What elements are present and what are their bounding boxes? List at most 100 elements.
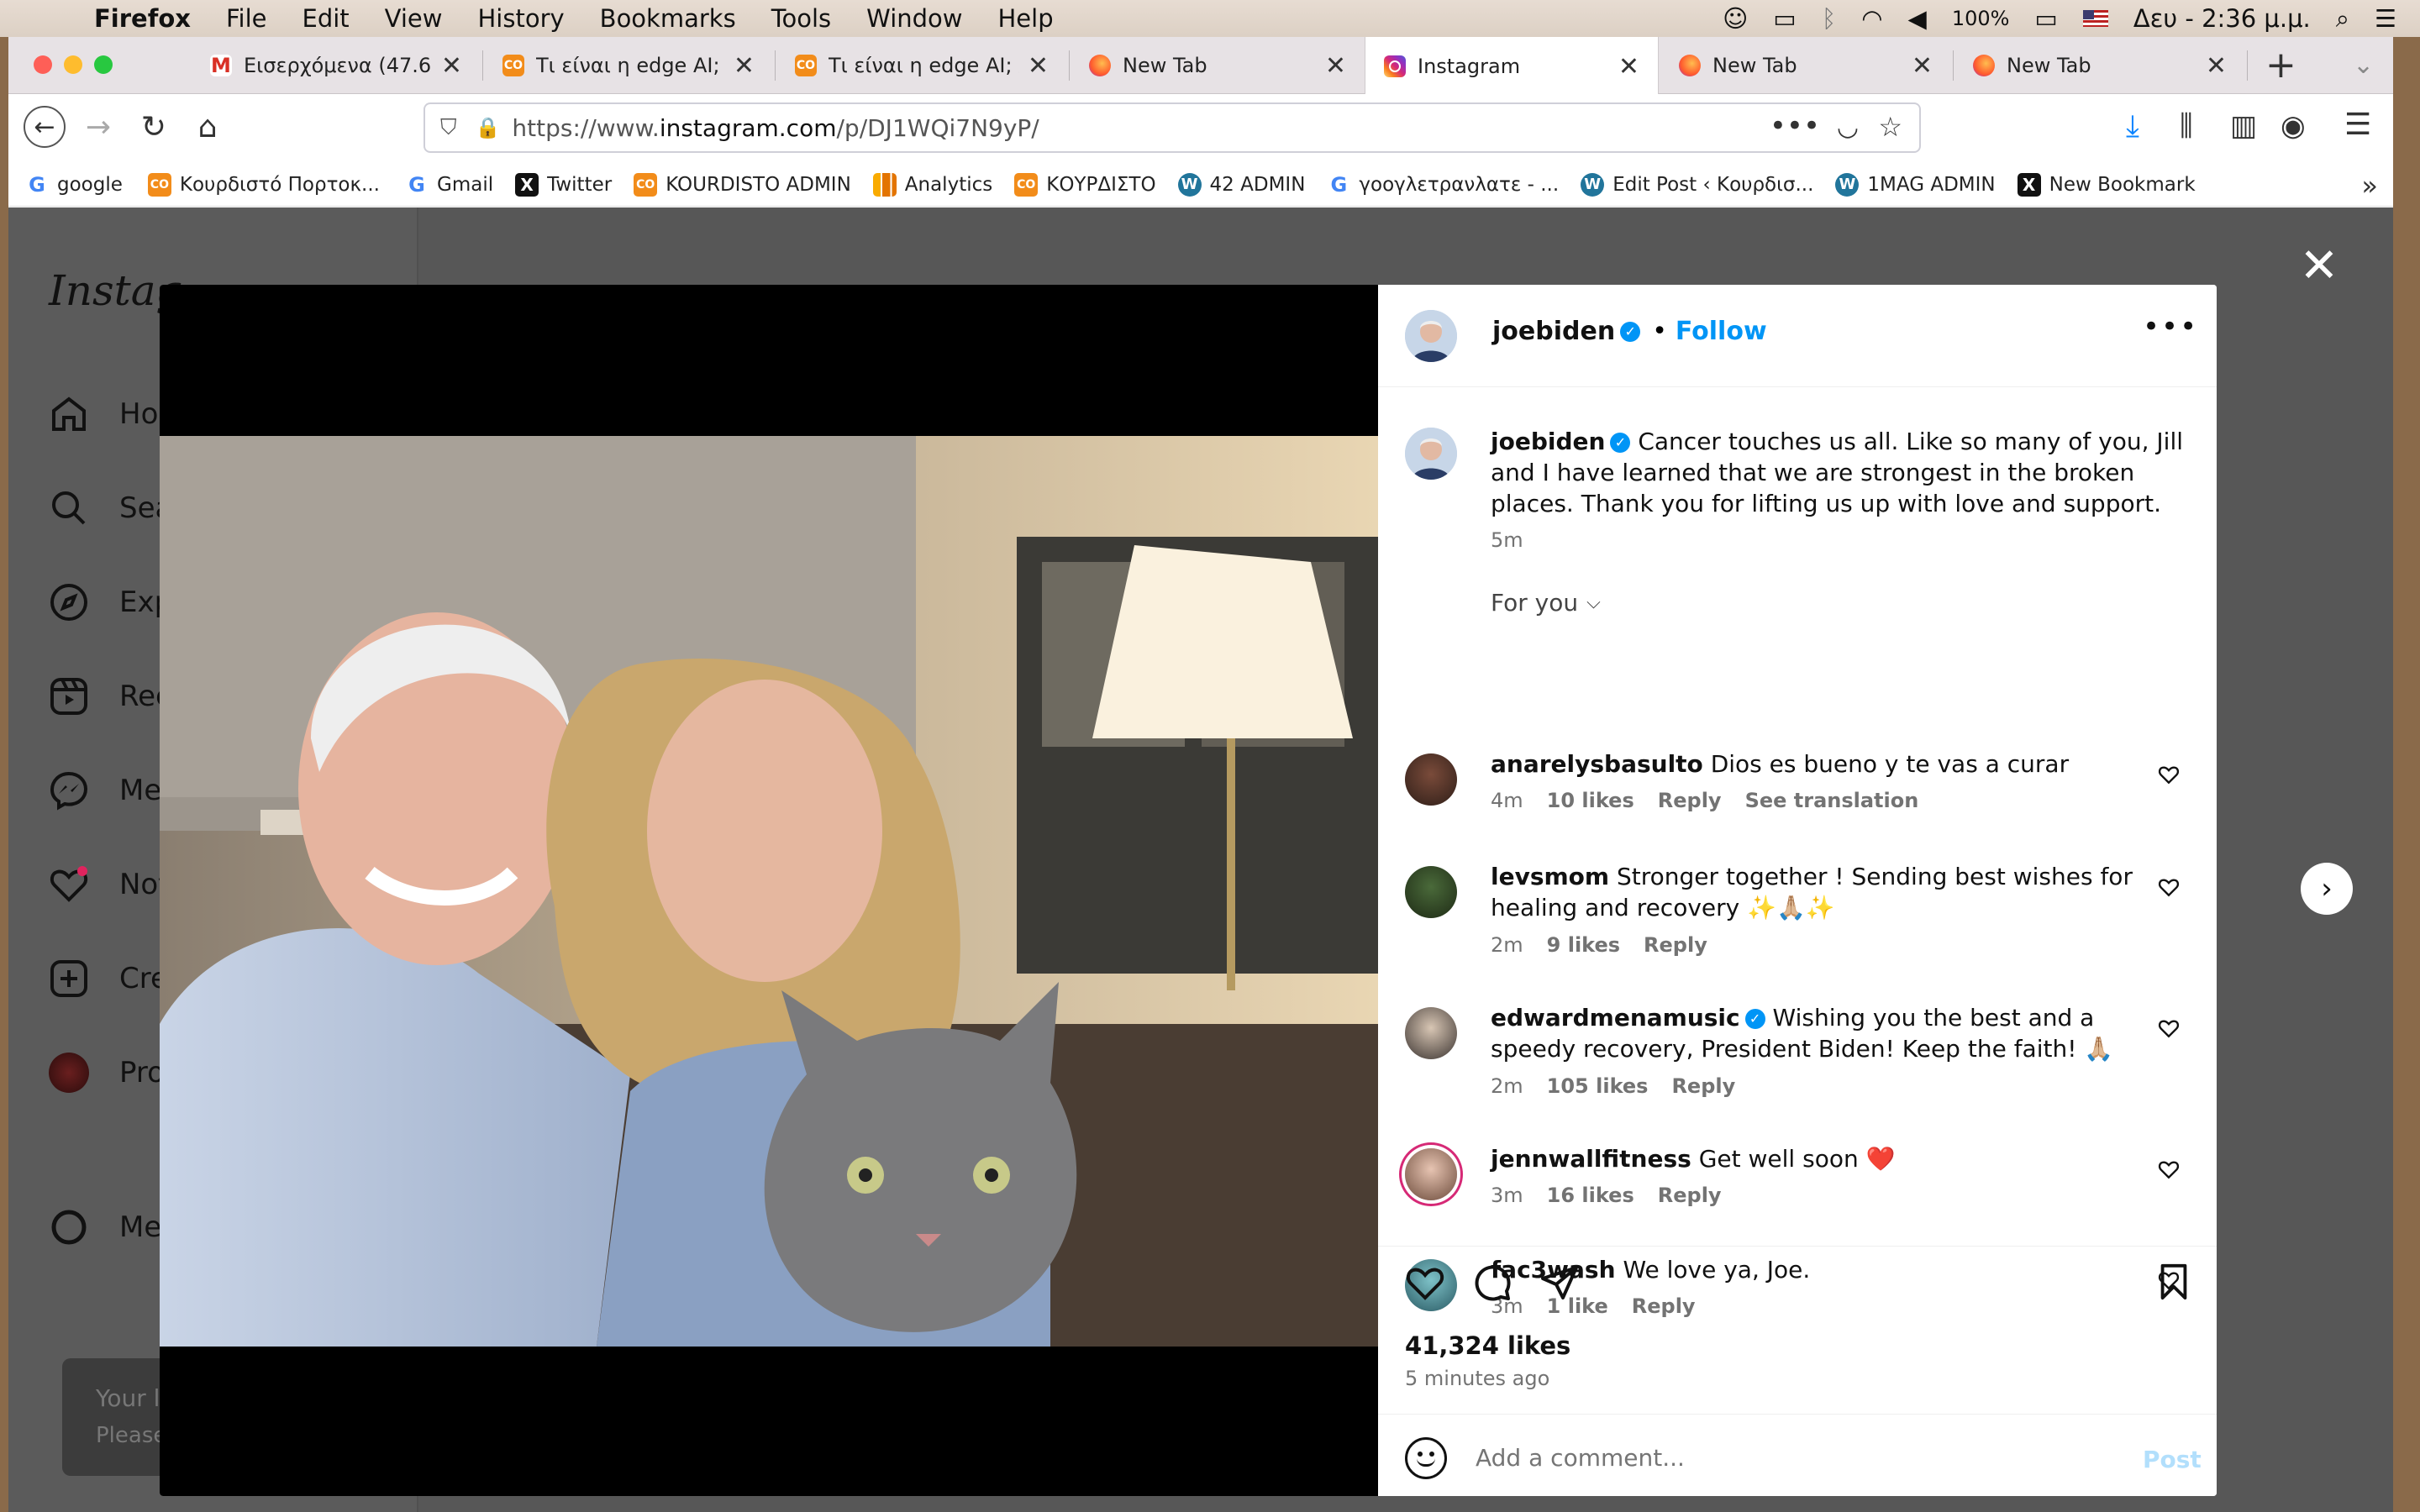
us-flag-icon[interactable] <box>2082 10 2108 27</box>
new-tab-plus-icon[interactable]: + <box>2265 44 2296 87</box>
caption-username[interactable]: joebiden <box>1491 428 1605 455</box>
close-tab-icon[interactable]: ✕ <box>2206 51 2227 81</box>
url-bar[interactable]: ⛉ 🔒 https://www.instagram.com/p/DJ1WQi7N… <box>424 102 1921 153</box>
close-tab-icon[interactable]: ✕ <box>1912 51 1933 81</box>
bookmark-analytics[interactable]: Analytics <box>872 172 992 197</box>
tab-edge-ai-1[interactable]: CO Τι είναι η edge AI; Χρ ✕ <box>484 37 773 94</box>
close-modal-icon[interactable]: ✕ <box>2294 241 2344 291</box>
tab-new-tab-3[interactable]: New Tab ✕ <box>1954 37 2245 94</box>
menu-edit[interactable]: Edit <box>302 4 350 33</box>
library-icon[interactable]: ⫼ <box>2180 109 2193 143</box>
comment-bubble-icon[interactable] <box>1472 1263 1512 1303</box>
save-bookmark-icon[interactable] <box>2154 1263 2193 1301</box>
bookmark-google-translate[interactable]: Gγοογλετρανλατε - ... <box>1327 173 1560 197</box>
sidebar-toggle-icon[interactable]: ▥ <box>2230 109 2257 143</box>
tab-instagram[interactable]: Instagram ✕ <box>1365 37 1659 96</box>
forward-icon[interactable]: → <box>77 106 119 148</box>
page-actions-icon[interactable]: ••• <box>1770 109 1820 143</box>
comment-like-heart-icon[interactable] <box>2158 764 2180 785</box>
menu-tools[interactable]: Tools <box>771 4 831 33</box>
airplay-icon[interactable]: ▭ <box>1773 4 1796 33</box>
reload-icon[interactable]: ↻ <box>133 106 175 148</box>
alien-icon[interactable]: ☺ <box>1723 4 1748 33</box>
bookmark-gmail[interactable]: G Gmail <box>405 173 493 197</box>
share-icon[interactable] <box>1539 1263 1580 1303</box>
bluetooth-icon[interactable]: ᛒ <box>1822 4 1836 33</box>
spotlight-icon[interactable]: ⌕ <box>2336 4 2349 34</box>
sidebar-item-profile[interactable]: Pro <box>49 1053 165 1093</box>
comment-sort-dropdown[interactable]: For you ⌵ <box>1491 589 1601 617</box>
reply-button[interactable]: Reply <box>1644 933 1707 957</box>
comment-likes[interactable]: 16 likes <box>1547 1184 1634 1207</box>
author-avatar[interactable] <box>1405 310 1457 362</box>
close-tab-icon[interactable]: ✕ <box>441 51 462 81</box>
bookmark-edit-post[interactable]: W Edit Post ‹ Κουρδισ... <box>1581 172 1813 197</box>
home-icon[interactable]: ⌂ <box>187 106 229 148</box>
commenter-avatar[interactable] <box>1405 866 1457 918</box>
close-tab-icon[interactable]: ✕ <box>734 51 755 81</box>
url-text[interactable]: https://www.instagram.com/p/DJ1WQi7N9yP/ <box>512 114 1039 142</box>
sidebar-item-notifications[interactable]: Not <box>49 864 170 905</box>
account-icon[interactable]: ◉ <box>2281 109 2306 143</box>
menu-app-firefox[interactable]: Firefox <box>94 4 191 33</box>
bookmark-new-bookmark[interactable]: X New Bookmark <box>2017 172 2196 197</box>
comment-like-heart-icon[interactable] <box>2158 1017 2180 1039</box>
comment-like-heart-icon[interactable] <box>2158 1158 2180 1180</box>
bookmark-1mag-admin[interactable]: W 1MAG ADMIN <box>1835 172 1996 197</box>
commenter-username[interactable]: levsmom <box>1491 863 1609 890</box>
close-window-button[interactable] <box>34 55 52 74</box>
menu-view[interactable]: View <box>385 4 443 33</box>
sidebar-item-messages[interactable]: Mes <box>49 770 176 811</box>
wifi-icon[interactable]: ◠ <box>1861 4 1882 33</box>
reply-button[interactable]: Reply <box>1658 1184 1722 1207</box>
commenter-avatar[interactable] <box>1405 1148 1457 1200</box>
lock-icon[interactable]: 🔒 <box>476 116 501 139</box>
more-options-icon[interactable]: ••• <box>2143 310 2198 344</box>
comment-likes[interactable]: 10 likes <box>1547 789 1634 812</box>
volume-icon[interactable]: ◀ <box>1908 4 1927 33</box>
clock-text[interactable]: Δευ - 2:36 μ.μ. <box>2133 4 2311 33</box>
bookmark-kourdisto-admin[interactable]: CO KOURDISTO ADMIN <box>634 172 851 197</box>
likes-count[interactable]: 41,324 likes <box>1405 1331 1570 1360</box>
bookmarks-overflow-icon[interactable]: » <box>2361 170 2378 202</box>
bookmark-twitter[interactable]: X Twitter <box>515 172 612 197</box>
control-center-icon[interactable]: ☰ <box>2375 4 2396 33</box>
next-post-chevron-right-icon[interactable]: › <box>2301 863 2353 915</box>
comment-like-heart-icon[interactable] <box>2158 876 2180 898</box>
post-photo[interactable] <box>160 436 1378 1347</box>
menu-window[interactable]: Window <box>866 4 962 33</box>
author-username[interactable]: joebiden <box>1492 317 1615 346</box>
menu-help[interactable]: Help <box>998 4 1054 33</box>
pocket-icon[interactable]: ◡ <box>1837 113 1859 142</box>
commenter-avatar[interactable] <box>1405 1007 1457 1059</box>
tab-overflow-icon[interactable]: ⌄ <box>2353 50 2374 80</box>
menu-history[interactable]: History <box>478 4 565 33</box>
bookmark-kourdisto-portokali[interactable]: CO Κουρδιστό Πορτοκ... <box>147 172 380 197</box>
sidebar-item-reels[interactable]: Ree <box>49 676 173 717</box>
post-comment-button[interactable]: Post <box>2143 1446 2202 1473</box>
reply-button[interactable]: Reply <box>1658 789 1722 812</box>
bookmark-star-icon[interactable]: ☆ <box>1878 111 1902 143</box>
tab-new-tab-1[interactable]: New Tab ✕ <box>1071 37 1365 94</box>
tab-new-tab-2[interactable]: New Tab ✕ <box>1660 37 1951 94</box>
comment-likes[interactable]: 105 likes <box>1547 1074 1649 1098</box>
sidebar-item-search[interactable]: Sea <box>49 488 172 528</box>
add-comment-input[interactable] <box>1474 1432 2062 1483</box>
bookmark-google[interactable]: Ggoogle <box>25 173 123 197</box>
minimize-window-button[interactable] <box>64 55 82 74</box>
battery-text[interactable]: 100% <box>1952 7 2010 30</box>
battery-icon[interactable]: ▭ <box>2034 4 2057 33</box>
see-translation-button[interactable]: See translation <box>1745 789 1919 812</box>
close-tab-icon[interactable]: ✕ <box>1028 51 1049 81</box>
tab-gmail[interactable]: M Εισερχόμενα (47.615 ✕ <box>192 37 481 94</box>
zoom-window-button[interactable] <box>94 55 113 74</box>
sidebar-item-meta[interactable]: Met <box>49 1207 173 1247</box>
sidebar-item-create[interactable]: Cre <box>49 958 168 999</box>
close-tab-icon[interactable]: ✕ <box>1618 52 1639 81</box>
back-icon[interactable]: ← <box>24 106 66 148</box>
reply-button[interactable]: Reply <box>1632 1294 1696 1318</box>
caption-avatar[interactable] <box>1405 428 1457 480</box>
commenter-username[interactable]: jennwallfitness <box>1491 1145 1691 1173</box>
commenter-username[interactable]: anarelysbasulto <box>1491 750 1703 778</box>
emoji-icon[interactable] <box>1405 1437 1447 1479</box>
